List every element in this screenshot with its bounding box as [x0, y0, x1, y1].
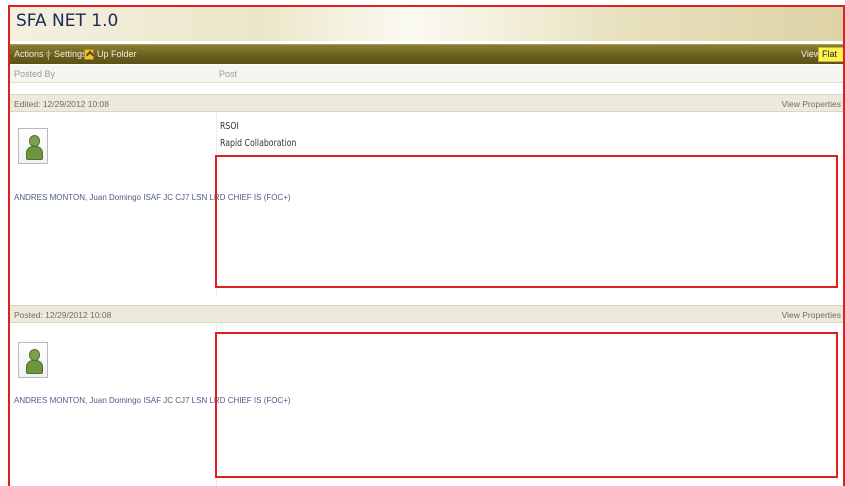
view-select[interactable]: Flat — [818, 47, 843, 62]
list-toolbar: Actions▽ Settings▽ Up Folder View: Flat — [10, 44, 843, 64]
actions-label: Actions — [14, 49, 44, 59]
settings-label: Settings — [54, 49, 87, 59]
view-properties-link[interactable]: View Properties — [782, 310, 841, 320]
up-folder-icon[interactable] — [84, 49, 94, 60]
post-body-line: Rapid Collaboration — [220, 138, 297, 149]
post-timestamp: Edited: 12/29/2012 10:08 — [14, 99, 109, 109]
post-header: Edited: 12/29/2012 10:08 View Properties — [10, 94, 843, 112]
column-header-posted-by[interactable]: Posted By — [14, 69, 55, 79]
post-item: Edited: 12/29/2012 10:08 View Properties… — [10, 94, 843, 296]
site-title[interactable]: SFA NET 1.0 — [16, 11, 118, 31]
highlight-box — [215, 332, 838, 478]
post-body-line: RSOI — [220, 121, 239, 132]
user-avatar-icon[interactable] — [18, 342, 48, 378]
highlight-box — [215, 155, 838, 288]
column-header-post[interactable]: Post — [219, 69, 237, 79]
user-avatar-icon[interactable] — [18, 128, 48, 164]
up-folder-button[interactable]: Up Folder — [97, 49, 137, 59]
view-properties-link[interactable]: View Properties — [782, 99, 841, 109]
sharepoint-discussion-window: SFA NET 1.0 Actions▽ Settings▽ Up Folder… — [8, 5, 845, 486]
post-item: Posted: 12/29/2012 10:08 View Properties… — [10, 305, 843, 486]
post-header: Posted: 12/29/2012 10:08 View Properties — [10, 305, 843, 323]
actions-menu[interactable]: Actions▽ — [14, 49, 51, 59]
post-timestamp: Posted: 12/29/2012 10:08 — [14, 310, 112, 320]
column-headers: Posted By Post — [10, 65, 843, 83]
toolbar-separator — [48, 50, 49, 60]
site-title-bar: SFA NET 1.0 — [10, 7, 843, 41]
